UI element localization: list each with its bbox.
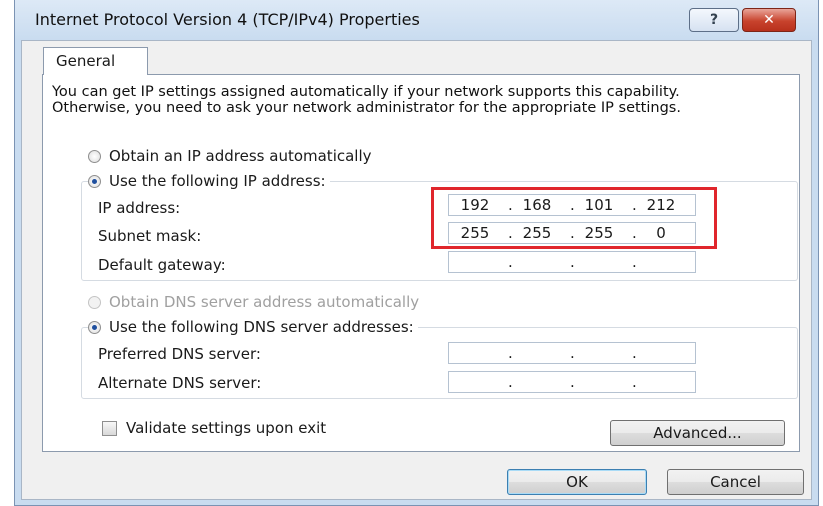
cancel-button[interactable]: Cancel: [667, 469, 804, 495]
ip-auto-radio[interactable]: Obtain an IP address automatically: [88, 147, 376, 165]
ip-manual-radio[interactable]: Use the following IP address:: [88, 172, 330, 190]
default-gateway-input[interactable]: . . .: [448, 251, 696, 273]
validate-checkbox-row[interactable]: Validate settings upon exit: [102, 419, 326, 437]
validate-label: Validate settings upon exit: [126, 419, 327, 437]
dns-manual-label: Use the following DNS server addresses:: [109, 318, 414, 336]
ip-address-label: IP address:: [98, 199, 181, 217]
subnet-mask-label: Subnet mask:: [98, 227, 202, 245]
default-gateway-label: Default gateway:: [98, 256, 226, 274]
radio-unchecked-icon: [88, 149, 101, 163]
preferred-dns-input[interactable]: . . .: [448, 342, 696, 364]
help-button[interactable]: ?: [689, 8, 739, 32]
title-bar[interactable]: Internet Protocol Version 4 (TCP/IPv4) P…: [15, 0, 818, 40]
radio-checked-icon: [88, 320, 101, 334]
highlight-annotation-box: [431, 187, 717, 249]
close-icon: ✕: [763, 12, 775, 28]
tab-general[interactable]: General: [43, 47, 148, 75]
advanced-button[interactable]: Advanced...: [610, 420, 785, 446]
dialog-body: General You can get IP settings assigned…: [21, 40, 812, 500]
window-title: Internet Protocol Version 4 (TCP/IPv4) P…: [35, 10, 420, 29]
close-button[interactable]: ✕: [742, 8, 796, 32]
ip-auto-label: Obtain an IP address automatically: [109, 147, 372, 165]
preferred-dns-label: Preferred DNS server:: [98, 345, 261, 363]
radio-disabled-icon: [88, 295, 101, 309]
ok-button[interactable]: OK: [507, 469, 647, 495]
alternate-dns-input[interactable]: . . .: [448, 371, 696, 393]
dns-auto-label: Obtain DNS server address automatically: [109, 293, 420, 311]
ip-manual-label: Use the following IP address:: [109, 172, 326, 190]
dns-auto-radio[interactable]: Obtain DNS server address automatically: [88, 293, 424, 311]
dialog-window: Internet Protocol Version 4 (TCP/IPv4) P…: [14, 0, 819, 506]
validate-checkbox[interactable]: [102, 420, 117, 436]
alternate-dns-label: Alternate DNS server:: [98, 374, 262, 392]
dns-manual-radio[interactable]: Use the following DNS server addresses:: [88, 318, 418, 336]
help-icon: ?: [709, 12, 719, 28]
description-text: You can get IP settings assigned automat…: [52, 84, 681, 116]
radio-checked-icon: [88, 174, 101, 188]
